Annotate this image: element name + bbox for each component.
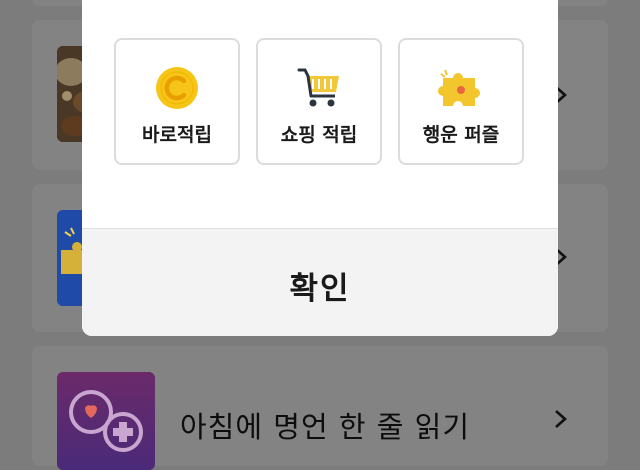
coin-icon [156,67,198,109]
option-label: 바로적립 [142,124,212,146]
reward-method-dialog: 바로적립 쇼핑 적립 행운 퍼즐 확인 [82,0,558,336]
list-item-3[interactable]: 아침에 명언 한 줄 읽기 [32,346,608,470]
puzzle-piece-icon [438,69,480,106]
option-lucky-puzzle[interactable]: 행운 퍼즐 [398,38,524,165]
dialog-footer: 확인 [82,228,558,336]
option-instant-reward[interactable]: 바로적립 [114,38,240,165]
confirm-button[interactable]: 확인 [82,263,558,308]
option-label: 행운 퍼즐 [422,124,500,146]
option-shopping-reward[interactable]: 쇼핑 적립 [256,38,382,165]
shopping-cart-icon [297,68,339,107]
chevron-right-icon [555,410,567,428]
option-label: 쇼핑 적립 [280,124,358,146]
quote-thumbnail [57,372,155,470]
